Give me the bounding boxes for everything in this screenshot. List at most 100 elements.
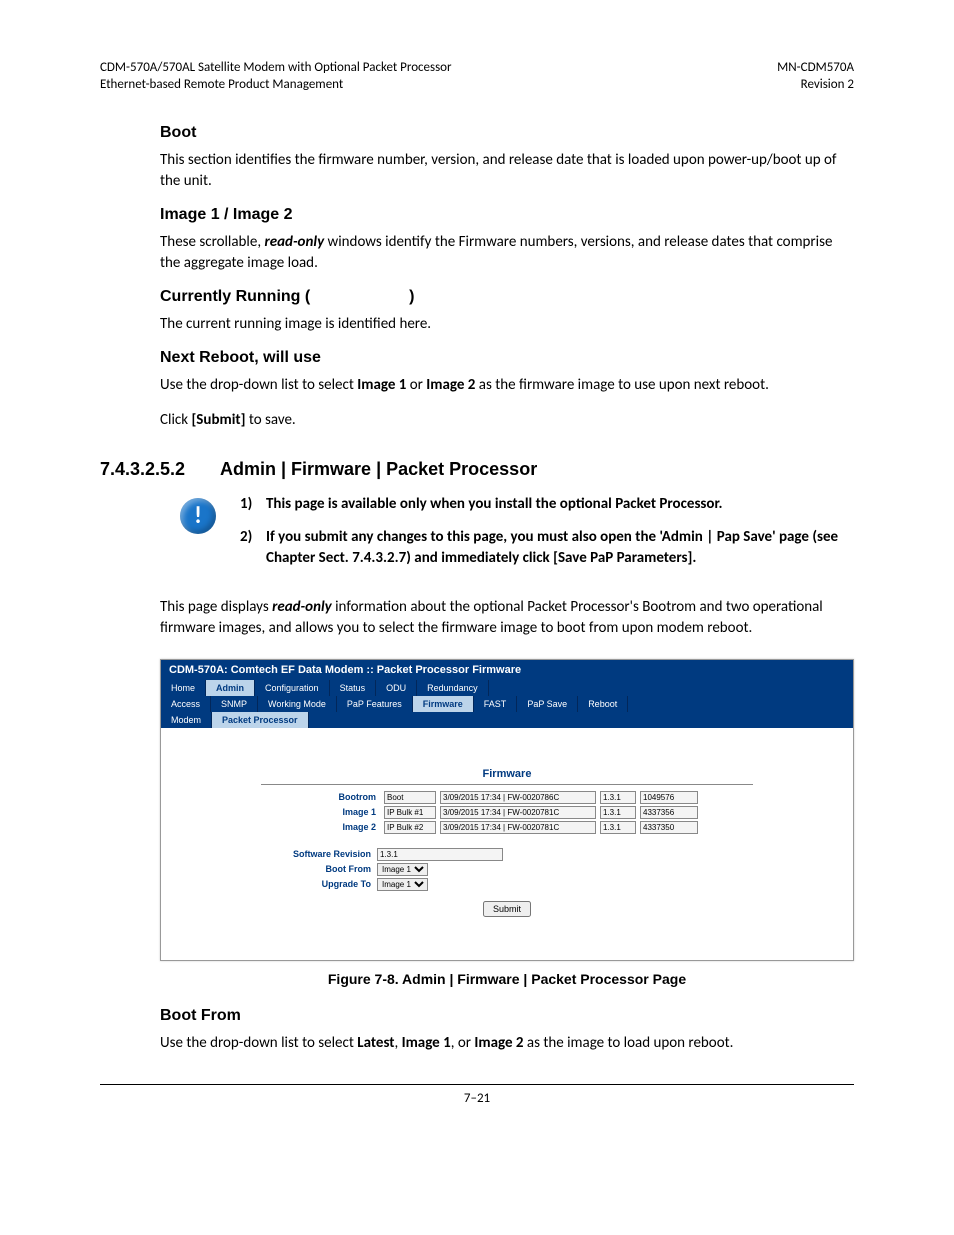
tab-modem[interactable]: Modem xyxy=(161,712,212,728)
tab-redundancy[interactable]: Redundancy xyxy=(417,680,489,696)
content-body: Boot This section identifies the firmwar… xyxy=(100,124,854,1054)
note-item-2: 2) If you submit any changes to this pag… xyxy=(240,527,854,569)
tab-admin[interactable]: Admin xyxy=(206,680,255,696)
image1-f4 xyxy=(640,806,698,819)
section-title: Admin | Firmware | Packet Processor xyxy=(220,459,537,480)
upgrade-select[interactable]: Image 1 xyxy=(377,878,428,891)
ss-tabs-row1: Home Admin Configuration Status ODU Redu… xyxy=(161,680,853,696)
running-header: CDM-570A/570AL Satellite Modem with Opti… xyxy=(100,60,854,94)
curr-run-b: ) xyxy=(409,288,414,305)
ss-tabs-row2: Access SNMP Working Mode PaP Features Fi… xyxy=(161,696,853,712)
tab-odu[interactable]: ODU xyxy=(376,680,417,696)
embedded-screenshot: CDM-570A: Comtech EF Data Modem :: Packe… xyxy=(160,659,854,961)
boot-heading: Boot xyxy=(160,124,854,142)
image2-f3 xyxy=(600,821,636,834)
bf-img1: Image 1 xyxy=(402,1034,451,1052)
upgrade-row: Upgrade To Image 1 xyxy=(251,878,833,891)
bootfrom-select[interactable]: Image 1 xyxy=(377,863,428,876)
tab-access[interactable]: Access xyxy=(161,696,211,712)
curr-run-text: The current running image is identified … xyxy=(160,314,854,335)
image2-label: Image 2 xyxy=(316,822,380,832)
header-right: MN-CDM570A Revision 2 xyxy=(777,60,854,94)
curr-run-a: Currently Running ( xyxy=(160,288,310,305)
header-left: CDM-570A/570AL Satellite Modem with Opti… xyxy=(100,60,452,94)
note-text-2: If you submit any changes to this page, … xyxy=(266,527,854,569)
next-reboot-or: or xyxy=(406,376,426,394)
swrev-value xyxy=(377,848,503,861)
ss-body: Firmware Bootrom Image 1 Im xyxy=(161,728,853,960)
bootrom-f1 xyxy=(384,791,436,804)
image2-f1 xyxy=(384,821,436,834)
header-left-line1: CDM-570A/570AL Satellite Modem with Opti… xyxy=(100,60,452,77)
figure-caption: Figure 7-8. Admin | Firmware | Packet Pr… xyxy=(160,971,854,987)
image1-f3 xyxy=(600,806,636,819)
tab-pap-save[interactable]: PaP Save xyxy=(517,696,578,712)
desc-a: This page displays xyxy=(160,598,272,616)
submit-row xyxy=(181,901,833,917)
bf-img2: Image 2 xyxy=(474,1034,523,1052)
note-item-1: 1) This page is available only when you … xyxy=(240,494,854,515)
tab-home[interactable]: Home xyxy=(161,680,206,696)
ss-tabs-row3: Modem Packet Processor xyxy=(161,712,853,728)
next-reboot-text: Use the drop-down list to select Image 1… xyxy=(160,375,854,396)
tab-working-mode[interactable]: Working Mode xyxy=(258,696,337,712)
bootfrom-label: Boot From xyxy=(251,864,377,874)
bootrom-label: Bootrom xyxy=(316,792,380,802)
boot-text: This section identifies the firmware num… xyxy=(160,150,854,192)
tab-fast[interactable]: FAST xyxy=(474,696,518,712)
note-num-1: 1) xyxy=(240,494,266,515)
image12-readonly: read-only xyxy=(264,233,324,251)
alert-icon: ! xyxy=(180,498,216,534)
click-text: Click xyxy=(160,411,191,429)
section-heading: 7.4.3.2.5.2 Admin | Firmware | Packet Pr… xyxy=(160,459,854,480)
tab-packet-processor[interactable]: Packet Processor xyxy=(212,712,309,728)
tab-firmware[interactable]: Firmware xyxy=(413,696,474,712)
bootfrom-row: Boot From Image 1 xyxy=(251,863,833,876)
swrev-label: Software Revision xyxy=(251,849,377,859)
swrev-row: Software Revision xyxy=(251,848,833,861)
image2-f4 xyxy=(640,821,698,834)
upgrade-label: Upgrade To xyxy=(251,879,377,889)
submit-button[interactable] xyxy=(483,901,531,917)
bootrom-f2 xyxy=(440,791,596,804)
submit-text: [Submit] xyxy=(191,411,245,429)
image12-heading: Image 1 / Image 2 xyxy=(160,206,854,224)
next-reboot-a: Use the drop-down list to select xyxy=(160,376,357,394)
tab-snmp[interactable]: SNMP xyxy=(211,696,258,712)
image2-f2 xyxy=(440,821,596,834)
tab-pap-features[interactable]: PaP Features xyxy=(337,696,413,712)
next-reboot-img2: Image 2 xyxy=(426,376,475,394)
tab-configuration[interactable]: Configuration xyxy=(255,680,330,696)
bootrom-f4 xyxy=(640,791,698,804)
note-num-2: 2) xyxy=(240,527,266,569)
bf-a: Use the drop-down list to select xyxy=(160,1034,357,1052)
fw-rule xyxy=(261,784,753,785)
fw-row-image1: Image 1 xyxy=(181,806,833,819)
fw-row-bootrom: Bootrom xyxy=(181,791,833,804)
ctrl-block: Software Revision Boot From Image 1 Upgr… xyxy=(251,848,833,891)
note-list: 1) This page is available only when you … xyxy=(240,494,854,581)
image1-f1 xyxy=(384,806,436,819)
tab-reboot[interactable]: Reboot xyxy=(578,696,628,712)
bf-c1: , xyxy=(394,1034,401,1052)
desc-ro: read-only xyxy=(272,598,332,616)
page: CDM-570A/570AL Satellite Modem with Opti… xyxy=(0,0,954,1146)
fw-row-image2: Image 2 xyxy=(181,821,833,834)
boot-from-heading: Boot From xyxy=(160,1007,854,1025)
image12-prefix: These scrollable, xyxy=(160,233,264,251)
bf-latest: Latest xyxy=(357,1034,394,1052)
image1-label: Image 1 xyxy=(316,807,380,817)
ss-title: CDM-570A: Comtech EF Data Modem :: Packe… xyxy=(161,660,853,680)
image12-text: These scrollable, read-only windows iden… xyxy=(160,232,854,274)
next-reboot-heading: Next Reboot, will use xyxy=(160,349,854,367)
next-reboot-click: Click [Submit] to save. xyxy=(160,410,854,431)
save-text: to save. xyxy=(245,411,295,429)
bootrom-f3 xyxy=(600,791,636,804)
currently-running-heading: Currently Running ( ) xyxy=(160,288,854,306)
tab-status[interactable]: Status xyxy=(330,680,377,696)
desc-text: This page displays read-only information… xyxy=(160,597,854,639)
bf-c2: , or xyxy=(451,1034,475,1052)
header-left-line2: Ethernet-based Remote Product Management xyxy=(100,77,452,94)
next-reboot-img1: Image 1 xyxy=(357,376,406,394)
bf-b: as the image to load upon reboot. xyxy=(524,1034,734,1052)
